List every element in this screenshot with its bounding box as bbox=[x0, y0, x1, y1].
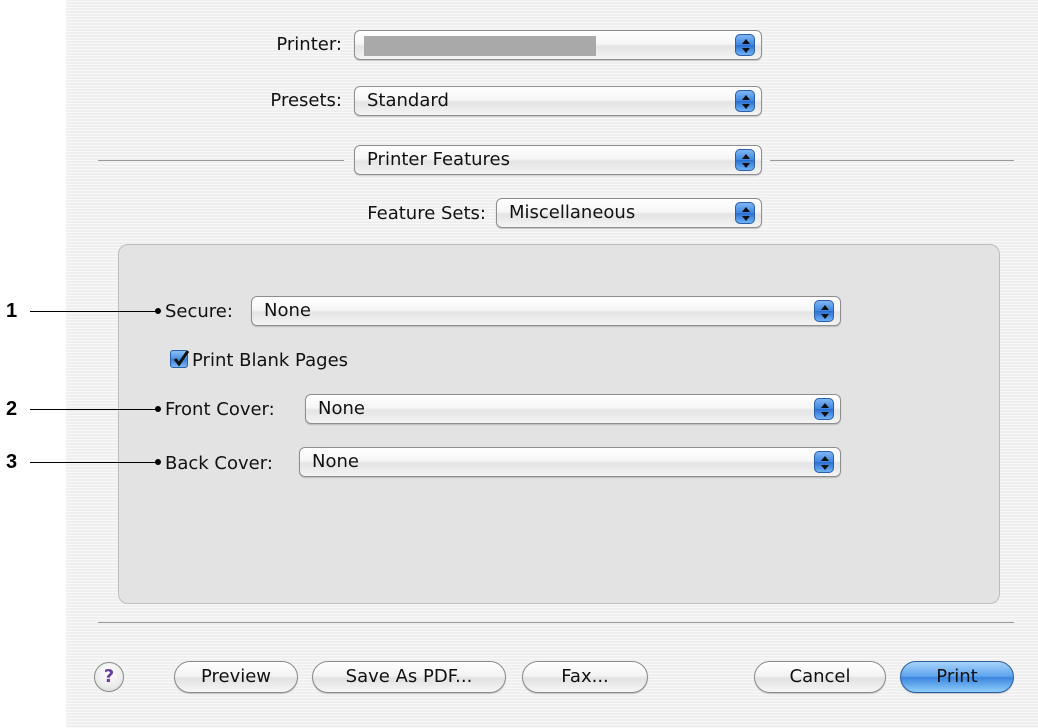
print-blank-pages-checkbox[interactable] bbox=[170, 350, 190, 368]
front-cover-value: None bbox=[318, 398, 365, 419]
callout-3-dot bbox=[155, 459, 161, 465]
fax-button[interactable]: Fax... bbox=[522, 661, 648, 693]
front-cover-label: Front Cover: bbox=[165, 399, 275, 420]
print-button[interactable]: Print bbox=[900, 661, 1014, 693]
secure-value: None bbox=[264, 300, 311, 321]
callout-1-dot bbox=[155, 308, 161, 314]
updown-arrows-icon bbox=[814, 300, 834, 322]
updown-arrows-icon bbox=[814, 451, 834, 473]
secure-label: Secure: bbox=[165, 301, 233, 322]
back-cover-popup[interactable]: None bbox=[299, 447, 841, 477]
pane-selector-value: Printer Features bbox=[367, 149, 510, 170]
callout-2-dot bbox=[155, 406, 161, 412]
preview-button[interactable]: Preview bbox=[174, 661, 298, 693]
front-cover-popup[interactable]: None bbox=[305, 394, 841, 424]
callout-3-line bbox=[30, 462, 158, 463]
updown-arrows-icon bbox=[814, 398, 834, 420]
separator-right bbox=[770, 160, 1014, 161]
callout-2-line bbox=[30, 409, 158, 410]
updown-arrows-icon bbox=[735, 202, 755, 224]
feature-sets-value: Miscellaneous bbox=[509, 202, 636, 223]
bottom-separator bbox=[98, 622, 1014, 623]
save-as-pdf-button[interactable]: Save As PDF... bbox=[312, 661, 506, 693]
printer-popup[interactable] bbox=[354, 30, 762, 60]
presets-value: Standard bbox=[367, 90, 449, 111]
pane-selector-popup[interactable]: Printer Features bbox=[354, 145, 762, 175]
help-icon: ? bbox=[103, 666, 115, 687]
secure-popup[interactable]: None bbox=[251, 296, 841, 326]
updown-arrows-icon bbox=[735, 149, 755, 171]
presets-popup[interactable]: Standard bbox=[354, 86, 762, 116]
feature-sets-label: Feature Sets: bbox=[367, 203, 486, 224]
back-cover-value: None bbox=[312, 451, 359, 472]
separator-left bbox=[98, 160, 344, 161]
help-button[interactable]: ? bbox=[94, 662, 124, 692]
callout-3: 3 bbox=[6, 451, 18, 473]
callout-1-line bbox=[30, 311, 158, 312]
presets-label: Presets: bbox=[270, 90, 342, 111]
updown-arrows-icon bbox=[735, 34, 755, 56]
callout-1: 1 bbox=[6, 300, 18, 322]
feature-sets-popup[interactable]: Miscellaneous bbox=[496, 198, 762, 228]
checkmark-icon bbox=[173, 350, 190, 367]
printer-label: Printer: bbox=[276, 34, 342, 55]
cancel-button[interactable]: Cancel bbox=[754, 661, 886, 693]
back-cover-label: Back Cover: bbox=[165, 453, 273, 474]
printer-name-redacted bbox=[364, 36, 596, 56]
print-blank-pages-label[interactable]: Print Blank Pages bbox=[192, 350, 348, 372]
updown-arrows-icon bbox=[735, 90, 755, 112]
callout-2: 2 bbox=[6, 398, 18, 420]
